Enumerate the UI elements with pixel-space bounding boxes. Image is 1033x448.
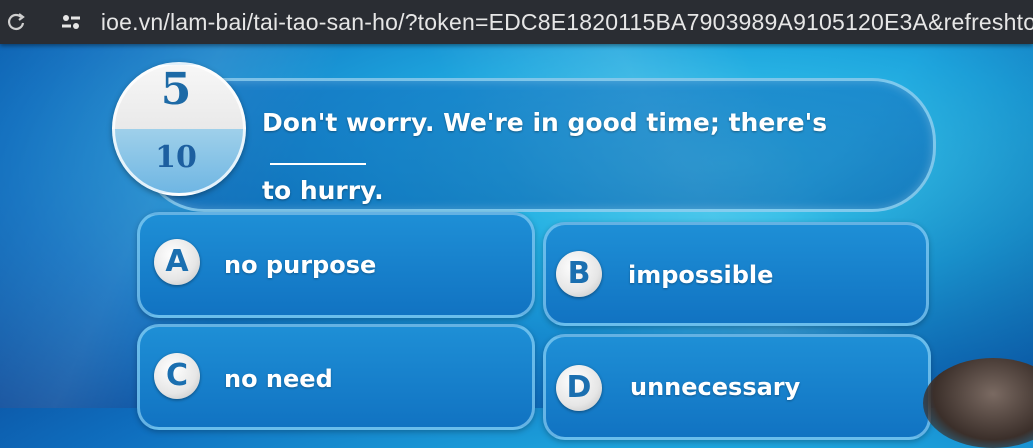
- answer-letter-badge: D: [556, 365, 602, 411]
- answer-text: impossible: [628, 261, 774, 289]
- question-text: Don't worry. We're in good time; there's…: [262, 106, 882, 208]
- question-blank: [270, 163, 366, 165]
- answer-option-d[interactable]: D unnecessary: [543, 334, 931, 440]
- answer-text: unnecessary: [630, 373, 801, 401]
- answer-letter-badge: A: [154, 239, 200, 285]
- corner-decoration: [923, 358, 1033, 448]
- answer-text: no purpose: [224, 251, 377, 279]
- answer-option-c[interactable]: C no need: [137, 324, 535, 430]
- reload-icon[interactable]: [4, 9, 28, 35]
- question-line-2: to hurry.: [262, 176, 384, 205]
- url-field[interactable]: ioe.vn/lam-bai/tai-tao-san-ho/?token=EDC…: [101, 9, 1033, 36]
- answer-option-a[interactable]: A no purpose: [137, 212, 535, 318]
- answer-letter-badge: C: [154, 353, 200, 399]
- browser-address-bar: ioe.vn/lam-bai/tai-tao-san-ho/?token=EDC…: [0, 0, 1033, 44]
- site-settings-icon[interactable]: [58, 9, 85, 35]
- answer-letter-badge: B: [556, 251, 602, 297]
- answer-text: no need: [224, 365, 333, 393]
- current-question-number: 5: [160, 64, 192, 115]
- question-line-1: Don't worry. We're in good time; there's: [262, 108, 828, 137]
- answer-option-b[interactable]: B impossible: [543, 222, 929, 326]
- total-questions: 10: [155, 140, 197, 175]
